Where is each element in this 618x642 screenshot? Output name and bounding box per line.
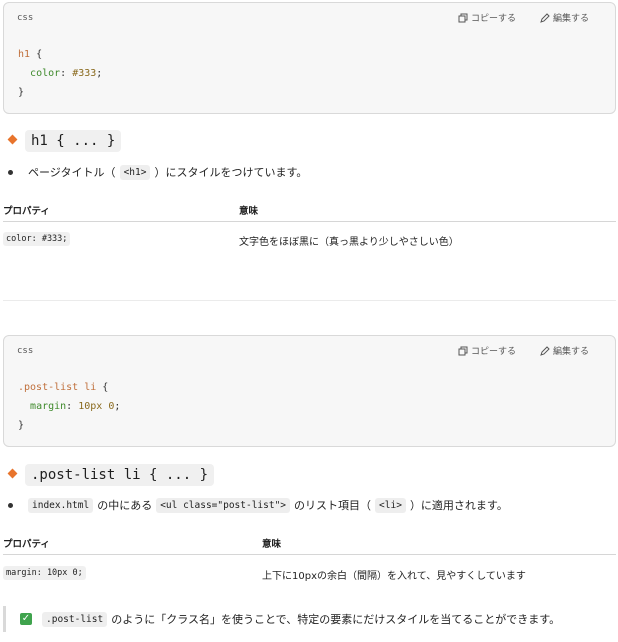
copy-label: コピーする [470, 347, 516, 357]
cell-code: color: #333; [3, 232, 71, 246]
check-icon: ✓ [20, 613, 32, 625]
inline-code: <ul class="post-list"> [156, 497, 291, 513]
copy-label: コピーする [470, 14, 516, 24]
code-content: .post-list li { margin: 10px 0; } [18, 382, 121, 431]
code-language: css [17, 13, 34, 23]
pencil-icon [540, 345, 550, 356]
bullet-text: ページタイトル（ [28, 166, 116, 179]
code-property: margin [30, 401, 67, 412]
table-cell-property: margin: 10px 0; [3, 566, 86, 580]
code-content: h1 { color: #333; } [18, 49, 103, 98]
edit-button[interactable]: 編集する [540, 11, 589, 24]
code-brace-close: } [18, 420, 25, 431]
table-header-property: プロパティ [3, 206, 50, 217]
section-heading-h1: h1 { ... } [7, 130, 122, 152]
table-cell-meaning: 上下に10pxの余白（間隔）を入れて、見やすくしています [262, 571, 526, 582]
code-language: css [17, 346, 34, 356]
copy-icon [458, 13, 468, 22]
code-block-post-list: css コピーする 編集する .post-list li { margin: 1… [3, 335, 616, 447]
edit-button[interactable]: 編集する [540, 344, 589, 357]
inline-code: index.html [28, 497, 94, 513]
code-value: 10px 0 [78, 401, 115, 412]
code-selector: h1 [18, 49, 31, 60]
property-table: プロパティ 意味 margin: 10px 0; 上下に10pxの余白（間隔）を… [3, 536, 616, 586]
heading-code: .post-list li { ... } [25, 464, 215, 486]
table-cell-property: color: #333; [3, 232, 71, 246]
copy-button[interactable]: コピーする [458, 344, 516, 357]
inline-code: <li> [375, 497, 406, 513]
diamond-icon [7, 134, 18, 144]
code-selector: .post-list li [18, 382, 97, 393]
code-property: color [30, 68, 61, 79]
table-divider [3, 221, 616, 222]
inline-code: <h1> [119, 164, 151, 180]
note-bar [3, 606, 6, 632]
note-text: のように「クラス名」を使うことで、特定の要素にだけスタイルを当てることができます… [111, 613, 561, 626]
bullet-dot [8, 502, 13, 508]
section-heading-post-list: .post-list li { ... } [7, 464, 215, 486]
diamond-icon [7, 468, 18, 478]
table-header-meaning: 意味 [239, 206, 259, 217]
table-header-property: プロパティ [3, 539, 50, 550]
copy-button[interactable]: コピーする [458, 11, 516, 24]
copy-icon [458, 346, 468, 355]
code-brace-open: { [30, 49, 43, 60]
table-cell-meaning: 文字色をほぼ黒に（真っ黒より少しやさしい色） [239, 237, 459, 248]
inline-code: .post-list [42, 611, 108, 627]
table-header-meaning: 意味 [262, 539, 282, 550]
bullet-text: ）に適用されます。 [409, 499, 508, 512]
bullet-text: のリスト項目（ [294, 499, 372, 512]
code-value: #333 [72, 68, 97, 79]
section-divider [3, 300, 616, 301]
edit-label: 編集する [552, 14, 589, 24]
table-divider [3, 554, 616, 555]
heading-code: h1 { ... } [25, 130, 122, 152]
code-block-header: css コピーする 編集する [4, 3, 615, 35]
property-table: プロパティ 意味 color: #333; 文字色をほぼ黒に（真っ黒より少しやさ… [3, 203, 616, 253]
code-brace-open: { [96, 382, 109, 393]
code-block-header: css コピーする 編集する [4, 336, 615, 368]
bullet-text: の中にある [97, 499, 153, 512]
code-block-h1: css コピーする 編集する h1 { color: #333; } [3, 2, 616, 114]
bullet-dot [8, 169, 13, 175]
pencil-icon [540, 12, 550, 23]
note-callout: ✓ .post-list のように「クラス名」を使うことで、特定の要素にだけスタ… [3, 606, 560, 632]
bullet-item: index.html の中にある <ul class="post-list"> … [8, 497, 508, 513]
edit-label: 編集する [552, 347, 589, 357]
bullet-text: ）にスタイルをつけています。 [154, 166, 308, 179]
cell-code: margin: 10px 0; [3, 566, 86, 580]
bullet-item: ページタイトル（ <h1> ）にスタイルをつけています。 [8, 164, 307, 180]
code-brace-close: } [18, 87, 25, 98]
